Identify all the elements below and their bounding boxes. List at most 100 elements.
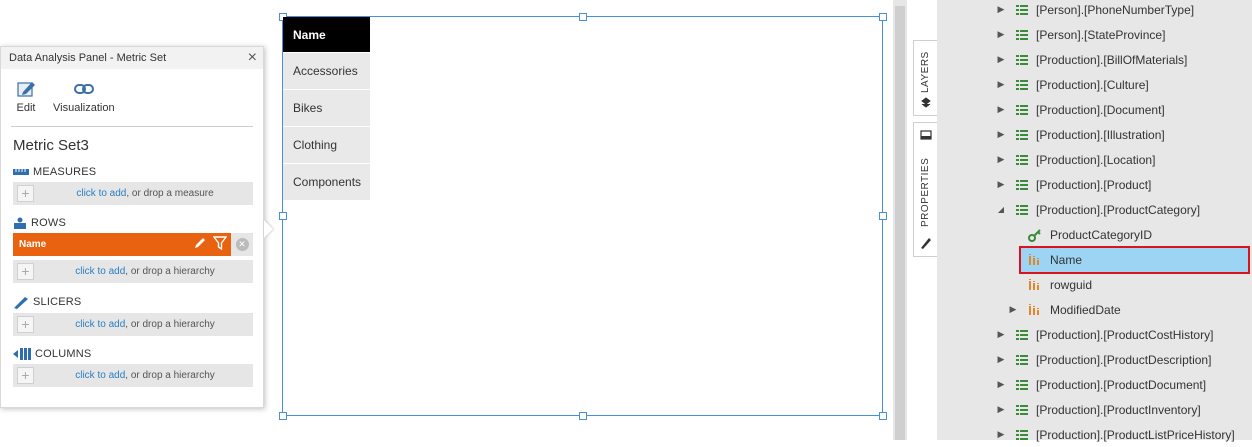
click-to-add-link[interactable]: click to add [75,319,125,330]
slicers-label: SLICERS [33,296,82,308]
expand-arrow-icon[interactable]: ▶ [996,354,1006,365]
tree-node[interactable]: ▶ [Production].[ProductInventory] [996,397,1201,422]
panel-toolbar: Edit Visualization [11,69,253,127]
resize-handle-e[interactable] [879,212,887,220]
tree-node[interactable]: ▶ [Production].[ProductDescription] [996,347,1212,372]
properties-label: PROPERTIES [920,157,931,227]
rows-drop-zone[interactable]: + click to add, or drop a hierarchy [13,260,253,283]
tree-node-label: [Production].[ProductInventory] [1036,402,1201,417]
tree-node-label: [Production].[ProductDescription] [1036,352,1212,367]
close-icon[interactable]: × [248,49,257,67]
expand-arrow-icon[interactable]: ▶ [996,129,1006,140]
tree-node[interactable]: ▶ [Person].[StateProvince] [996,22,1166,47]
metric-set-name[interactable]: Metric Set3 [13,137,263,154]
list-item[interactable]: Accessories [283,53,370,90]
resize-handle-n[interactable] [579,13,587,21]
resize-handle-sw[interactable] [279,412,287,420]
expand-arrow-icon[interactable]: ▶ [996,329,1006,340]
tree-node[interactable]: ▶ [Production].[ProductCostHistory] [996,322,1214,347]
tree-node[interactable]: ▶ [Production].[Document] [996,97,1165,122]
visualization-button[interactable]: Visualization [53,79,115,126]
tree-node-label: [Production].[ProductDocument] [1036,377,1207,392]
tree-node-label: [Production].[ProductListPriceHistory] [1036,427,1235,442]
table-icon [1016,4,1028,16]
expand-arrow-icon[interactable]: ▶ [996,4,1006,15]
tree-node[interactable]: ▶ ModifiedDate [1008,297,1121,322]
click-to-add-link[interactable]: click to add [76,188,126,199]
panel-title: Data Analysis Panel - Metric Set [9,52,167,64]
edit-label: Edit [16,102,36,114]
tree-node-label: [Production].[Document] [1036,102,1165,117]
expand-arrow-icon[interactable]: ▶ [996,154,1006,165]
plus-icon[interactable]: + [17,263,34,280]
tree-node[interactable]: ◢ [Production].[ProductCategory] [996,197,1200,222]
expand-arrow-icon[interactable]: ▶ [996,29,1006,40]
plus-icon[interactable]: + [17,185,34,202]
resize-handle-ne[interactable] [879,13,887,21]
list-header[interactable]: Name [283,17,370,53]
tree-node-label: Name [1050,252,1083,267]
rows-section: ROWS [13,217,263,229]
scrollbar-thumb[interactable] [895,6,905,440]
edit-button[interactable]: Edit [15,79,37,126]
tab-properties[interactable]: PROPERTIES [913,122,937,257]
expand-arrow-icon[interactable]: ▶ [996,179,1006,190]
resize-handle-w[interactable] [279,212,287,220]
drop-hint: , or drop a hierarchy [125,319,215,330]
rows-icon [13,217,27,229]
table-icon [1016,154,1028,166]
slicers-drop-zone[interactable]: + click to add, or drop a hierarchy [13,313,253,336]
slicers-section: SLICERS [13,295,263,309]
pencil-icon[interactable] [193,236,207,250]
tree-node[interactable]: ▶ [Person].[PhoneNumberType] [996,0,1195,22]
resize-handle-s[interactable] [579,412,587,420]
expand-arrow-icon[interactable]: ▶ [996,79,1006,90]
tree-node-label: rowguid [1050,277,1093,292]
tree-node[interactable]: ▶ [Production].[Illustration] [996,122,1165,147]
tab-layers[interactable]: LAYERS [913,40,937,116]
columns-icon [13,348,31,360]
data-analysis-panel: Data Analysis Panel - Metric Set × Edit … [0,46,264,408]
expand-arrow-icon[interactable]: ▶ [1008,304,1018,315]
expand-arrow-icon[interactable]: ▶ [996,54,1006,65]
plus-icon[interactable]: + [17,367,34,384]
tree-node[interactable]: ▶ProductCategoryID [1008,222,1152,247]
plus-icon[interactable]: + [17,316,34,333]
tree-node-label: ModifiedDate [1050,302,1121,317]
layers-icon [921,97,931,108]
columns-drop-zone[interactable]: + click to add, or drop a hierarchy [13,364,253,387]
tree-node[interactable]: ▶Name [1008,247,1082,272]
canvas-scrollbar[interactable] [893,0,907,440]
list-item[interactable]: Components [283,164,370,201]
tree-node[interactable]: ▶ [Production].[ProductListPriceHistory] [996,422,1235,447]
expand-arrow-icon[interactable]: ▶ [996,379,1006,390]
tree-node-label: [Production].[Culture] [1036,77,1149,92]
tree-node[interactable]: ▶ [Production].[Culture] [996,72,1149,97]
tree-node[interactable]: ▶ [Production].[Location] [996,147,1156,172]
tree-node[interactable]: ▶ [Production].[BillOfMaterials] [996,47,1188,72]
click-to-add-link[interactable]: click to add [75,266,125,277]
table-icon [1016,29,1028,41]
tree-node[interactable]: ▶ [Production].[ProductDocument] [996,372,1207,397]
tree-node[interactable]: ▶ [Production].[Product] [996,172,1152,197]
row-hierarchy-item[interactable]: Name ✕ [13,233,253,256]
list-item[interactable]: Bikes [283,90,370,127]
tree-node[interactable]: ▶rowguid [1008,272,1092,297]
expand-arrow-icon[interactable]: ▶ [996,104,1006,115]
expand-arrow-icon[interactable]: ▶ [996,404,1006,415]
measures-drop-zone[interactable]: + click to add, or drop a measure [13,182,253,205]
tree-node-label: [Production].[ProductCostHistory] [1036,327,1214,342]
expand-arrow-icon[interactable]: ▶ [996,429,1006,440]
collapse-arrow-icon[interactable]: ◢ [996,205,1006,214]
remove-row-button[interactable]: ✕ [231,233,253,256]
close-circle-icon: ✕ [235,238,249,251]
table-icon [1016,429,1028,441]
click-to-add-link[interactable]: click to add [75,370,125,381]
list-item[interactable]: Clothing [283,127,370,164]
filter-icon[interactable] [213,236,227,250]
list-widget[interactable] [282,16,883,416]
panel-icon [920,130,932,140]
tree-node-label: [Production].[Product] [1036,177,1152,192]
resize-handle-se[interactable] [879,412,887,420]
columns-label: COLUMNS [35,348,92,360]
